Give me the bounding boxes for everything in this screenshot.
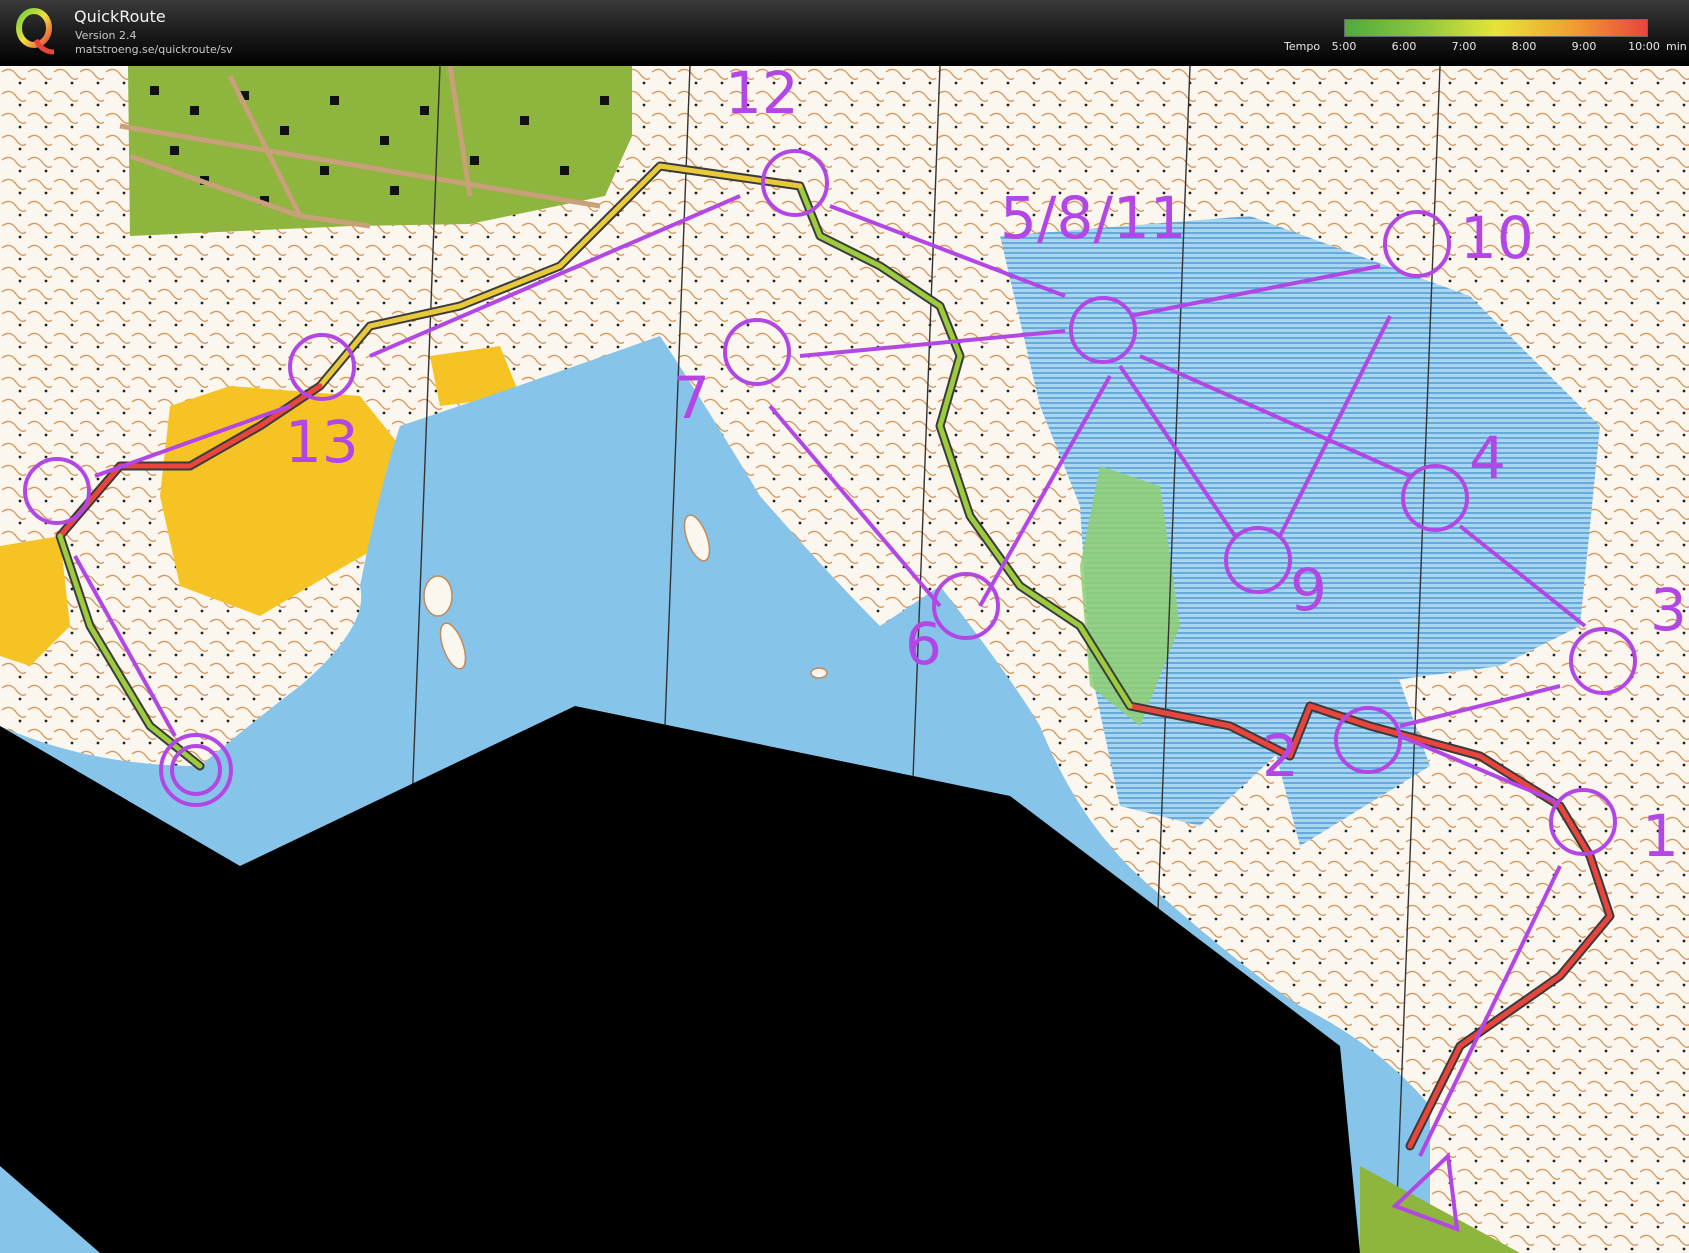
control-number: 2 — [1262, 722, 1299, 790]
control-number: 13 — [285, 408, 359, 476]
tempo-tick: 6:00 — [1391, 40, 1417, 53]
tempo-gradient-bar — [1344, 19, 1648, 37]
quickroute-logo — [16, 8, 55, 55]
orienteering-map[interactable]: 1 2 3 4 5/8/11 6 7 9 10 12 13 — [0, 66, 1689, 1253]
tempo-tick: 10:00 — [1628, 40, 1660, 53]
tempo-tick: 7:00 — [1451, 40, 1477, 53]
control-number: 6 — [905, 610, 942, 678]
app-header: QuickRoute Version 2.4 matstroeng.se/qui… — [0, 0, 1689, 66]
control-number: 7 — [673, 364, 710, 432]
control-number: 9 — [1290, 556, 1327, 624]
tempo-tick: 5:00 — [1331, 40, 1357, 53]
tempo-label: Tempo — [1284, 40, 1321, 53]
app-url[interactable]: matstroeng.se/quickroute/sv — [75, 43, 233, 56]
tempo-unit: min — [1666, 40, 1687, 53]
control-number: 5/8/11 — [1000, 184, 1187, 252]
tempo-tick: 9:00 — [1571, 40, 1597, 53]
control-number: 10 — [1460, 204, 1534, 272]
control-number: 3 — [1650, 576, 1687, 644]
app-name: QuickRoute — [74, 7, 166, 26]
control-number: 12 — [725, 66, 799, 127]
control-number: 1 — [1642, 802, 1679, 870]
app-version: Version 2.4 — [75, 29, 137, 42]
control-number: 4 — [1469, 424, 1506, 492]
tempo-tick: 8:00 — [1511, 40, 1537, 53]
